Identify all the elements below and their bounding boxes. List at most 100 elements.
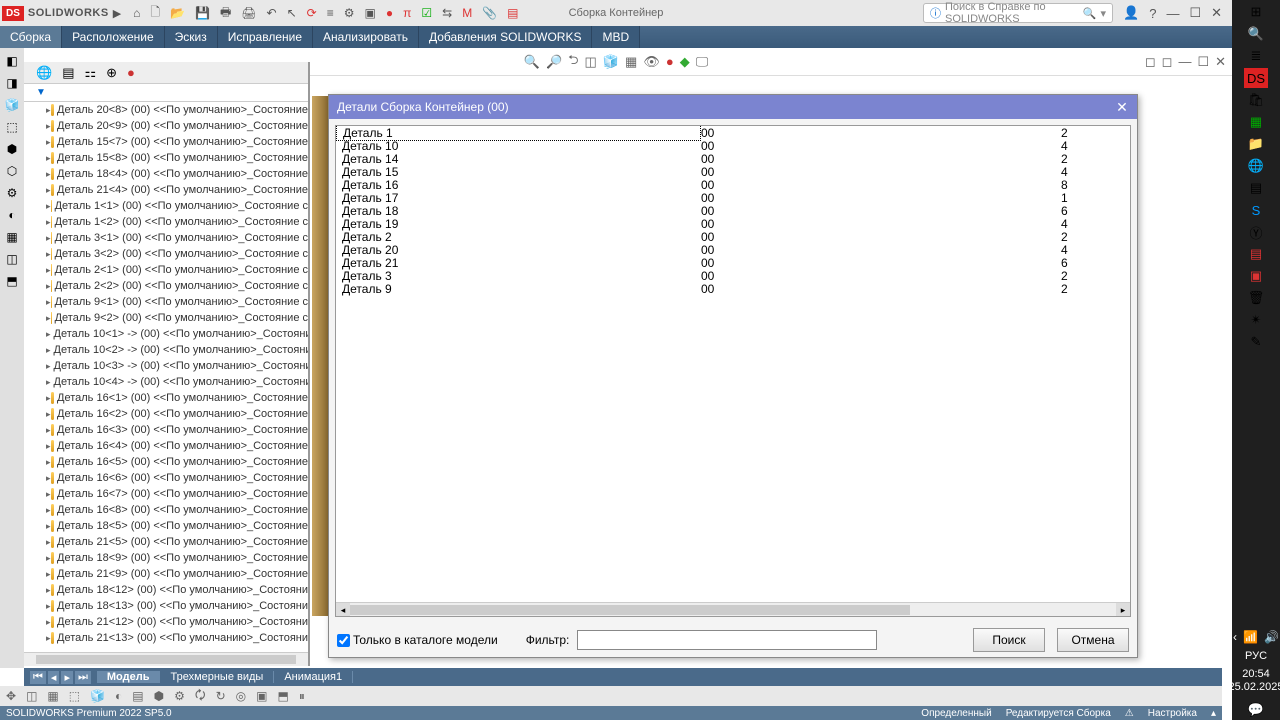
saveall-icon[interactable]: 🖶 [220, 3, 231, 24]
tree-filter-bar[interactable]: ▼ [24, 84, 308, 102]
view-settings-icon[interactable]: 🖵 [696, 54, 709, 70]
tree-item[interactable]: ▸Деталь 3<1> (00) <<По умолчанию>_Состоя… [24, 230, 308, 246]
bt-icon-9[interactable]: ⚙ [174, 689, 185, 703]
bt-icon-7[interactable]: ▤ [132, 689, 143, 703]
panel-restore-icon[interactable]: — [1178, 54, 1191, 70]
table-row[interactable]: Деталь 9002 [336, 282, 1130, 295]
search-button[interactable]: Поиск [973, 628, 1045, 652]
appearance-icon[interactable]: ● [666, 54, 674, 69]
bt-icon-4[interactable]: ⬚ [69, 689, 80, 703]
expand-icon[interactable]: ▸ [46, 521, 51, 532]
tree-item[interactable]: ▸Деталь 10<3> -> (00) <<По умолчанию>_Со… [24, 358, 308, 374]
tree-item[interactable]: ▸Деталь 18<5> (00) <<По умолчанию>_Состо… [24, 518, 308, 534]
user-icon[interactable]: 👤 [1123, 5, 1139, 21]
macro-icon[interactable]: ▣ [365, 6, 376, 20]
bt-icon-3[interactable]: ▦ [47, 689, 58, 703]
expand-icon[interactable]: ▸ [46, 137, 51, 148]
tree-item[interactable]: ▸Деталь 16<4> (00) <<По умолчанию>_Состо… [24, 438, 308, 454]
lr-icon-1[interactable]: ◧ [6, 54, 17, 68]
taskbar-app-store[interactable]: 🛍 [1244, 90, 1268, 110]
tab-nav-prev-icon[interactable]: ◂ [48, 671, 60, 684]
tree-item[interactable]: ▸Деталь 16<3> (00) <<По умолчанию>_Состо… [24, 422, 308, 438]
taskbar-app-misc1[interactable]: ✴ [1244, 310, 1268, 330]
brand-dropdown-icon[interactable]: ▶ [113, 7, 121, 20]
tree-item[interactable]: ▸Деталь 15<8> (00) <<По умолчанию>_Состо… [24, 150, 308, 166]
help-search-box[interactable]: ⓘ Поиск в Справке по SOLIDWORKS 🔍 ▾ [923, 3, 1113, 23]
zoom-fit-icon[interactable]: 🔍 [524, 54, 540, 70]
home-icon[interactable]: ⌂ [133, 6, 140, 20]
cancel-button[interactable]: Отмена [1057, 628, 1129, 652]
attach-icon[interactable]: 📎 [482, 6, 497, 20]
table-row[interactable]: Деталь 1002 [336, 126, 1130, 139]
tab-nav-next-icon[interactable]: ▸ [61, 671, 73, 684]
tray-chevron-icon[interactable]: ‹ [1233, 630, 1237, 644]
pi-icon[interactable]: π [403, 6, 411, 20]
expand-icon[interactable]: ▸ [46, 153, 51, 164]
tree-tab-appear-icon[interactable]: ● [127, 65, 135, 80]
tree-item[interactable]: ▸Деталь 16<8> (00) <<По умолчанию>_Состо… [24, 502, 308, 518]
tray-wifi-icon[interactable]: 📶 [1243, 630, 1258, 644]
table-row[interactable]: Деталь 2002 [336, 230, 1130, 243]
bt-icon-10[interactable]: 🗘 [195, 686, 206, 707]
table-row[interactable]: Деталь 18006 [336, 204, 1130, 217]
tree-item[interactable]: ▸Деталь 16<2> (00) <<По умолчанию>_Состо… [24, 406, 308, 422]
bt-icon-14[interactable]: ⬒ [278, 689, 289, 703]
expand-icon[interactable]: ▸ [46, 505, 51, 516]
tree-item[interactable]: ▸Деталь 21<12> (00) <<По умолчанию>_Сост… [24, 614, 308, 630]
expand-icon[interactable]: ▸ [46, 553, 51, 564]
taskbar-app-excel[interactable]: ▦ [1244, 112, 1268, 132]
minimize-icon[interactable]: — [1166, 6, 1179, 21]
tab-nav-last-icon[interactable]: ⏭ [75, 671, 91, 684]
expand-icon[interactable]: ▸ [46, 185, 51, 196]
tree-item[interactable]: ▸Деталь 2<1> (00) <<По умолчанию>_Состоя… [24, 262, 308, 278]
tree-item[interactable]: ▸Деталь 9<2> (00) <<По умолчанию>_Состоя… [24, 310, 308, 326]
panel-min-icon[interactable]: ◻ [1145, 54, 1156, 70]
dialog-hscrollbar[interactable]: ◂ ▸ [336, 602, 1130, 616]
tree-item[interactable]: ▸Деталь 18<13> (00) <<По умолчанию>_Сост… [24, 598, 308, 614]
link-icon[interactable]: ⇆ [442, 6, 452, 20]
lr-icon-6[interactable]: ⬡ [7, 164, 17, 178]
tree-item[interactable]: ▸Деталь 15<7> (00) <<По умолчанию>_Состо… [24, 134, 308, 150]
prev-view-icon[interactable]: ⮌ [568, 51, 578, 73]
win-start-icon[interactable]: ⊞ [1244, 2, 1268, 22]
view-orient-icon[interactable]: 🧊 [603, 54, 619, 70]
expand-icon[interactable]: ▸ [46, 393, 51, 404]
tab-assembly[interactable]: Сборка [0, 26, 62, 48]
taskbar-app-explorer[interactable]: 📁 [1244, 134, 1268, 154]
expand-icon[interactable]: ▸ [46, 537, 51, 548]
lr-icon-8[interactable]: ◐ [8, 208, 15, 222]
tree-item[interactable]: ▸Деталь 9<1> (00) <<По умолчанию>_Состоя… [24, 294, 308, 310]
tab-analyze[interactable]: Анализировать [313, 26, 419, 48]
parts-table[interactable]: Деталь 1002Деталь 10004Деталь 14002Детал… [336, 126, 1130, 295]
expand-icon[interactable]: ▸ [46, 345, 51, 356]
tree-item[interactable]: ▸Деталь 16<5> (00) <<По умолчанию>_Состо… [24, 454, 308, 470]
catalog-only-input[interactable] [337, 634, 350, 647]
tab-mbd[interactable]: MBD [592, 26, 640, 48]
close-icon[interactable]: ✕ [1211, 5, 1222, 21]
table-row[interactable]: Деталь 3002 [336, 269, 1130, 282]
expand-icon[interactable]: ▸ [46, 601, 51, 612]
search-dropdown-icon[interactable]: ▾ [1100, 7, 1106, 20]
tree-tab-fm-icon[interactable]: 🌐 [36, 65, 52, 81]
undo-icon[interactable]: ↶ [267, 6, 277, 20]
scroll-thumb[interactable] [350, 605, 910, 615]
tree-tab-display-icon[interactable]: ⊕ [106, 65, 117, 81]
table-row[interactable]: Деталь 14002 [336, 152, 1130, 165]
taskbar-notifications-icon[interactable]: 💬 [1244, 700, 1268, 720]
tree-item[interactable]: ▸Деталь 21<4> (00) <<По умолчанию>_Состо… [24, 182, 308, 198]
bottom-tab-animation[interactable]: Анимация1 [274, 671, 353, 683]
scroll-left-icon[interactable]: ◂ [336, 603, 350, 617]
tree-tab-prop-icon[interactable]: ⚏ [84, 65, 96, 81]
table-row[interactable]: Деталь 17001 [336, 191, 1130, 204]
table-row[interactable]: Деталь 21006 [336, 256, 1130, 269]
taskbar-lang[interactable]: РУС [1245, 650, 1267, 662]
select-icon[interactable]: ↖ [287, 6, 297, 20]
tree-tab-config-icon[interactable]: ▤ [62, 65, 74, 81]
taskbar-app-yandex[interactable]: Ⓨ [1244, 222, 1268, 242]
save-icon[interactable]: 💾 [195, 6, 210, 20]
status-chevron-icon[interactable]: ▴ [1211, 708, 1216, 719]
new-icon[interactable]: 🗋 [150, 3, 160, 24]
lr-icon-4[interactable]: ⬚ [6, 120, 17, 134]
m-icon[interactable]: M [462, 6, 472, 20]
expand-icon[interactable]: ▸ [46, 265, 51, 276]
